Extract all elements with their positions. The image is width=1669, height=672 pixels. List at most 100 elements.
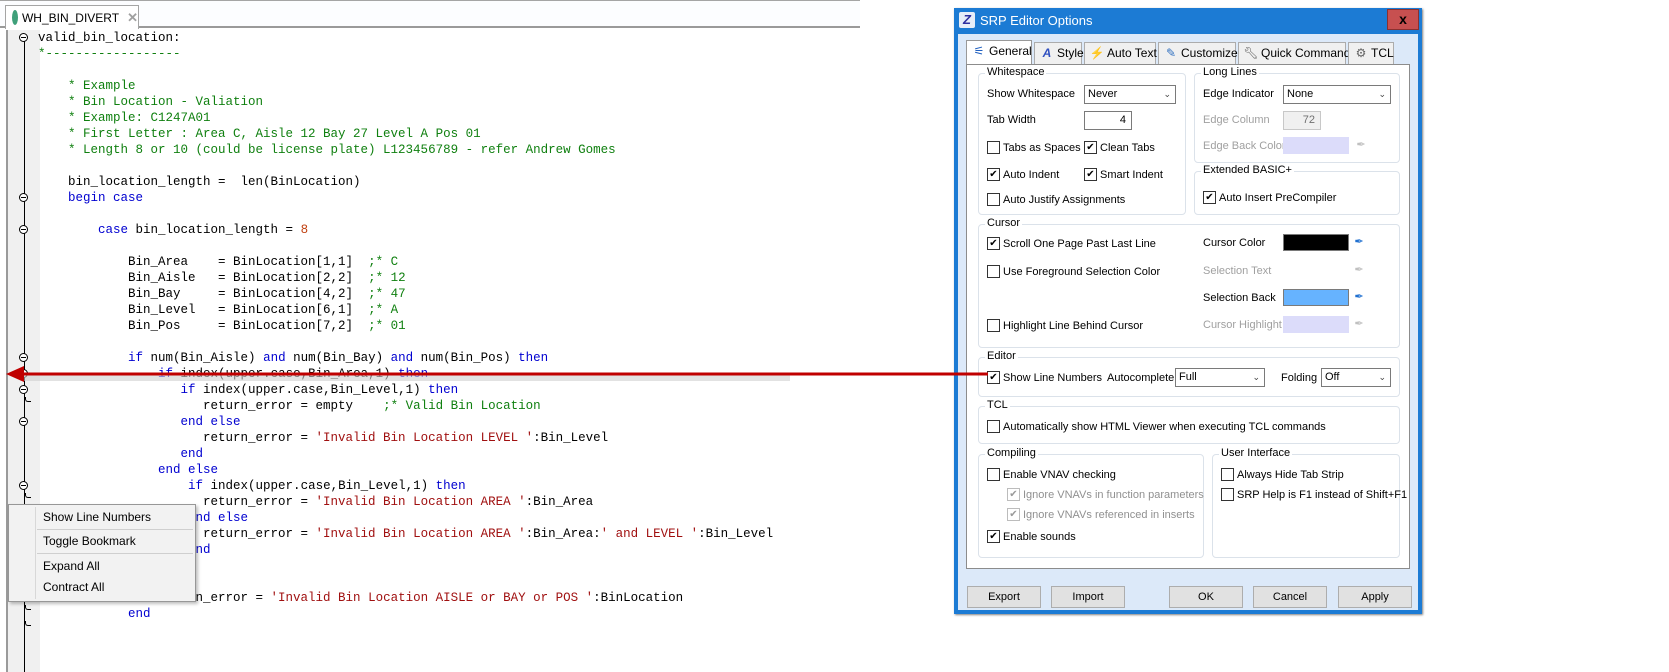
- code-line[interactable]: Bin_Aisle = BinLocation[2,2] ;* 12: [38, 270, 858, 286]
- code-line[interactable]: end else: [38, 414, 858, 430]
- document-tab[interactable]: WH_BIN_DIVERT ✕: [5, 5, 139, 29]
- code-line[interactable]: [38, 206, 858, 222]
- ok-button[interactable]: OK: [1169, 586, 1243, 608]
- export-button[interactable]: Export: [967, 586, 1041, 608]
- ignore-vnav-inserts-checkbox[interactable]: ✔ Ignore VNAVs referenced in inserts: [1007, 508, 1195, 521]
- check-icon: ✔: [987, 530, 1000, 543]
- use-foreground-selection-checkbox[interactable]: Use Foreground Selection Color: [987, 265, 1160, 278]
- tab-style[interactable]: A Style: [1034, 42, 1084, 64]
- dialog-titlebar[interactable]: Z SRP Editor Options x: [954, 8, 1422, 33]
- code-token: 8: [300, 223, 309, 237]
- code-line[interactable]: [38, 62, 858, 78]
- code-line[interactable]: if index(upper.case,Bin_Level,1) then: [38, 478, 858, 494]
- code-line[interactable]: Bin_Area = BinLocation[1,1] ;* C: [38, 254, 858, 270]
- color-picker-icon[interactable]: ✒: [1352, 317, 1366, 331]
- fold-collapse-icon[interactable]: [19, 193, 28, 202]
- code-line[interactable]: *------------------: [38, 46, 858, 62]
- color-picker-icon[interactable]: ✒: [1352, 235, 1366, 249]
- enable-vnav-checkbox[interactable]: Enable VNAV checking: [987, 468, 1116, 481]
- menu-separator: [37, 529, 193, 530]
- code-line[interactable]: Bin_Pos = BinLocation[7,2] ;* 01: [38, 318, 858, 334]
- code-line[interactable]: Bin_Bay = BinLocation[4,2] ;* 47: [38, 286, 858, 302]
- menu-item-contract-all[interactable]: Contract All: [43, 577, 193, 597]
- code-line[interactable]: bin_location_length = len(BinLocation): [38, 174, 858, 190]
- code-token: *------------------: [38, 47, 181, 61]
- fold-collapse-icon[interactable]: [19, 33, 28, 42]
- tab-quick-commands[interactable]: 🔧︎ Quick Commands: [1238, 42, 1356, 64]
- autocomplete-select[interactable]: Full ⌄: [1175, 368, 1265, 387]
- edge-column-input[interactable]: 72: [1283, 111, 1321, 130]
- fold-collapse-icon[interactable]: [19, 481, 28, 490]
- close-button[interactable]: x: [1387, 9, 1419, 30]
- enable-sounds-checkbox[interactable]: ✔ Enable sounds: [987, 530, 1076, 543]
- checkbox-label: Scroll One Page Past Last Line: [1003, 237, 1156, 250]
- tab-general[interactable]: ⚟ General: [966, 40, 1032, 64]
- code-line[interactable]: * First Letter : Area C, Aisle 12 Bay 27…: [38, 126, 858, 142]
- always-hide-tab-strip-checkbox[interactable]: Always Hide Tab Strip: [1221, 468, 1344, 481]
- code-line[interactable]: * Example: [38, 78, 858, 94]
- apply-button[interactable]: Apply: [1338, 586, 1412, 608]
- import-button[interactable]: Import: [1051, 586, 1125, 608]
- code-line[interactable]: end: [38, 606, 858, 622]
- code-line[interactable]: [38, 334, 858, 350]
- tab-tcl[interactable]: ⚙ TCL: [1348, 42, 1394, 64]
- scroll-past-last-line-checkbox[interactable]: ✔ Scroll One Page Past Last Line: [987, 237, 1156, 250]
- show-whitespace-select[interactable]: Never ⌄: [1084, 85, 1176, 104]
- extended-basic-group: Extended BASIC+ ✔ Auto Insert PreCompiler: [1194, 164, 1400, 215]
- code-line[interactable]: end else: [38, 462, 858, 478]
- fold-end-icon: [25, 397, 31, 402]
- highlight-line-checkbox[interactable]: Highlight Line Behind Cursor: [987, 319, 1143, 332]
- code-line[interactable]: Bin_Level = BinLocation[6,1] ;* A: [38, 302, 858, 318]
- code-line[interactable]: return_error = 'Invalid Bin Location LEV…: [38, 430, 858, 446]
- code-token: case: [98, 223, 129, 237]
- fold-collapse-icon[interactable]: [19, 417, 28, 426]
- code-token: :Bin_Level: [533, 431, 609, 445]
- code-line[interactable]: * Example: C1247A01: [38, 110, 858, 126]
- close-icon[interactable]: ✕: [127, 10, 138, 26]
- code-token: :Bin_Area:: [525, 527, 601, 541]
- folding-select[interactable]: Off ⌄: [1321, 368, 1391, 387]
- show-line-numbers-checkbox[interactable]: ✔ Show Line Numbers: [987, 371, 1102, 384]
- code-line[interactable]: valid_bin_location:: [38, 30, 858, 46]
- cancel-button[interactable]: Cancel: [1253, 586, 1327, 608]
- menu-item-show-line-numbers[interactable]: Show Line Numbers: [43, 507, 193, 527]
- menu-item-toggle-bookmark[interactable]: Toggle Bookmark: [43, 531, 193, 551]
- code-line[interactable]: begin case: [38, 190, 858, 206]
- menu-item-expand-all[interactable]: Expand All: [43, 556, 193, 576]
- code-line[interactable]: case bin_location_length = 8: [38, 222, 858, 238]
- tab-width-input[interactable]: 4: [1084, 111, 1132, 130]
- code-token: :Bin_Level: [698, 527, 774, 541]
- color-picker-icon[interactable]: ✒: [1352, 263, 1366, 277]
- ignore-vnav-params-checkbox[interactable]: ✔ Ignore VNAVs in function parameters: [1007, 488, 1204, 501]
- srp-help-f1-checkbox[interactable]: SRP Help is F1 instead of Shift+F1: [1221, 488, 1407, 501]
- code-line[interactable]: return_error = empty ;* Valid Bin Locati…: [38, 398, 858, 414]
- cursor-color-label: Cursor Color: [1203, 237, 1266, 249]
- tab-customize[interactable]: ✎ Customize: [1158, 42, 1238, 64]
- clean-tabs-checkbox[interactable]: ✔ Clean Tabs: [1084, 141, 1155, 154]
- auto-html-viewer-checkbox[interactable]: Automatically show HTML Viewer when exec…: [987, 420, 1326, 433]
- selection-back-label: Selection Back: [1203, 292, 1276, 304]
- checkbox-box: [987, 193, 1000, 206]
- code-line[interactable]: end: [38, 446, 858, 462]
- auto-text-icon: ⚡: [1089, 46, 1105, 60]
- code-token: 'Invalid Bin Location AREA ': [315, 527, 526, 541]
- fold-collapse-icon[interactable]: [19, 225, 28, 234]
- code-token: * Length 8 or 10 (could be license plate…: [38, 143, 616, 157]
- smart-indent-checkbox[interactable]: ✔ Smart Indent: [1084, 168, 1163, 181]
- auto-indent-checkbox[interactable]: ✔ Auto Indent: [987, 168, 1059, 181]
- tabs-as-spaces-checkbox[interactable]: Tabs as Spaces: [987, 141, 1081, 154]
- autocomplete-label: Autocomplete: [1107, 372, 1175, 384]
- color-picker-icon[interactable]: ✒: [1352, 290, 1366, 304]
- auto-insert-precompiler-checkbox[interactable]: ✔ Auto Insert PreCompiler: [1203, 191, 1336, 204]
- checkbox-label: Ignore VNAVs in function parameters: [1023, 488, 1204, 501]
- code-line[interactable]: * Length 8 or 10 (could be license plate…: [38, 142, 858, 158]
- document-tab-strip: WH_BIN_DIVERT ✕: [0, 0, 860, 29]
- color-picker-icon[interactable]: ✒: [1354, 138, 1368, 152]
- tab-auto-text[interactable]: ⚡ Auto Text: [1084, 42, 1157, 64]
- code-line[interactable]: [38, 158, 858, 174]
- edge-indicator-select[interactable]: None ⌄: [1283, 85, 1391, 104]
- code-token: ;* 01: [368, 319, 406, 333]
- code-line[interactable]: [38, 238, 858, 254]
- code-line[interactable]: * Bin Location - Valiation: [38, 94, 858, 110]
- auto-justify-checkbox[interactable]: Auto Justify Assignments: [987, 193, 1125, 206]
